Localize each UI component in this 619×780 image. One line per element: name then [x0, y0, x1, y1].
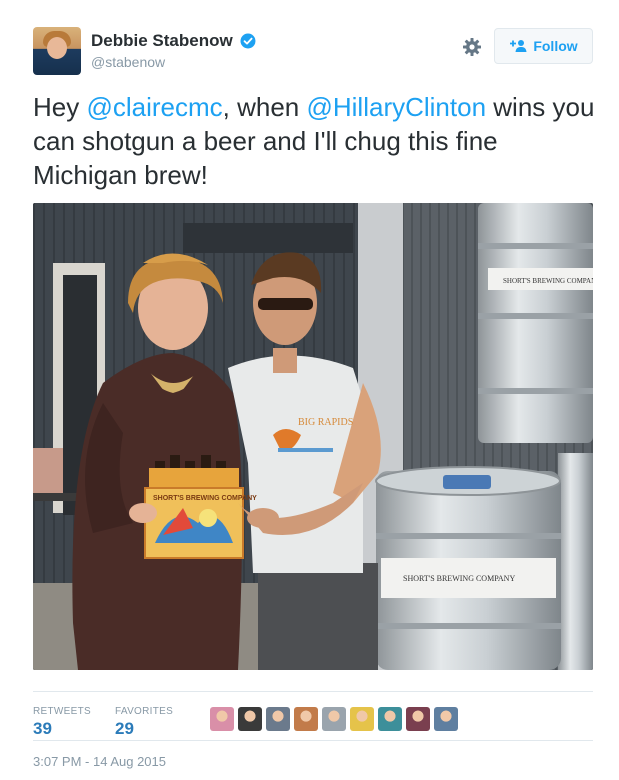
follow-button[interactable]: Follow [494, 28, 593, 64]
display-name[interactable]: Debbie Stabenow [91, 31, 233, 51]
favoriter-avatars [210, 707, 458, 731]
shirt-text: BIG RAPIDS [298, 417, 353, 428]
tweet-text-part-1: Hey [33, 92, 87, 122]
avatar-face [47, 37, 67, 59]
six-pack-box [144, 455, 244, 559]
favoriter-avatar[interactable] [406, 707, 430, 731]
retweets-label: RETWEETS [33, 706, 91, 717]
retweets-count[interactable]: 39 [33, 719, 91, 739]
user-name-block[interactable]: Debbie Stabenow @stabenow [91, 31, 256, 70]
tweet-timestamp[interactable]: 3:07 PM - 14 Aug 2015 [33, 754, 166, 769]
tweet-stats: RETWEETS 39 FAVORITES 29 [33, 691, 593, 741]
side-box [33, 448, 63, 498]
add-user-icon [510, 40, 527, 52]
favorites-label: FAVORITES [115, 706, 174, 717]
avatar[interactable] [33, 27, 81, 75]
user-handle[interactable]: @stabenow [91, 54, 256, 70]
favoriter-avatar[interactable] [266, 707, 290, 731]
photo-scene: SHORT'S BREWING COMPANY SHORT'S BREWING … [33, 203, 593, 670]
mention-hillaryclinton[interactable]: @HillaryClinton [306, 92, 486, 122]
favorites-stat[interactable]: FAVORITES 29 [115, 706, 173, 739]
favoriter-avatar[interactable] [378, 707, 402, 731]
favoriter-avatar[interactable] [350, 707, 374, 731]
keg-label-top: SHORT'S BREWING COMPANY [503, 277, 593, 285]
tweet-text-part-2: , when [222, 92, 307, 122]
favoriter-avatar[interactable] [322, 707, 346, 731]
favorites-count[interactable]: 29 [115, 719, 173, 739]
tweet-text: Hey @clairecmc, when @HillaryClinton win… [33, 90, 603, 192]
mention-clairecmc[interactable]: @clairecmc [86, 92, 222, 122]
tweet-header: Debbie Stabenow @stabenow Follow [33, 27, 593, 77]
favoriter-avatar[interactable] [434, 707, 458, 731]
keg-label-front: SHORT'S BREWING COMPANY [403, 574, 515, 583]
follow-label: Follow [533, 38, 578, 54]
verified-badge-icon [240, 33, 256, 49]
favoriter-avatar[interactable] [294, 707, 318, 731]
favoriter-avatar[interactable] [238, 707, 262, 731]
tweet-photo[interactable]: SHORT'S BREWING COMPANY SHORT'S BREWING … [33, 203, 593, 670]
awning [183, 223, 353, 253]
favoriter-avatar[interactable] [210, 707, 234, 731]
box-label: SHORT'S BREWING COMPANY [153, 495, 257, 502]
gear-icon[interactable] [462, 37, 482, 57]
retweets-stat[interactable]: RETWEETS 39 [33, 706, 91, 739]
woman-hand [129, 503, 157, 523]
